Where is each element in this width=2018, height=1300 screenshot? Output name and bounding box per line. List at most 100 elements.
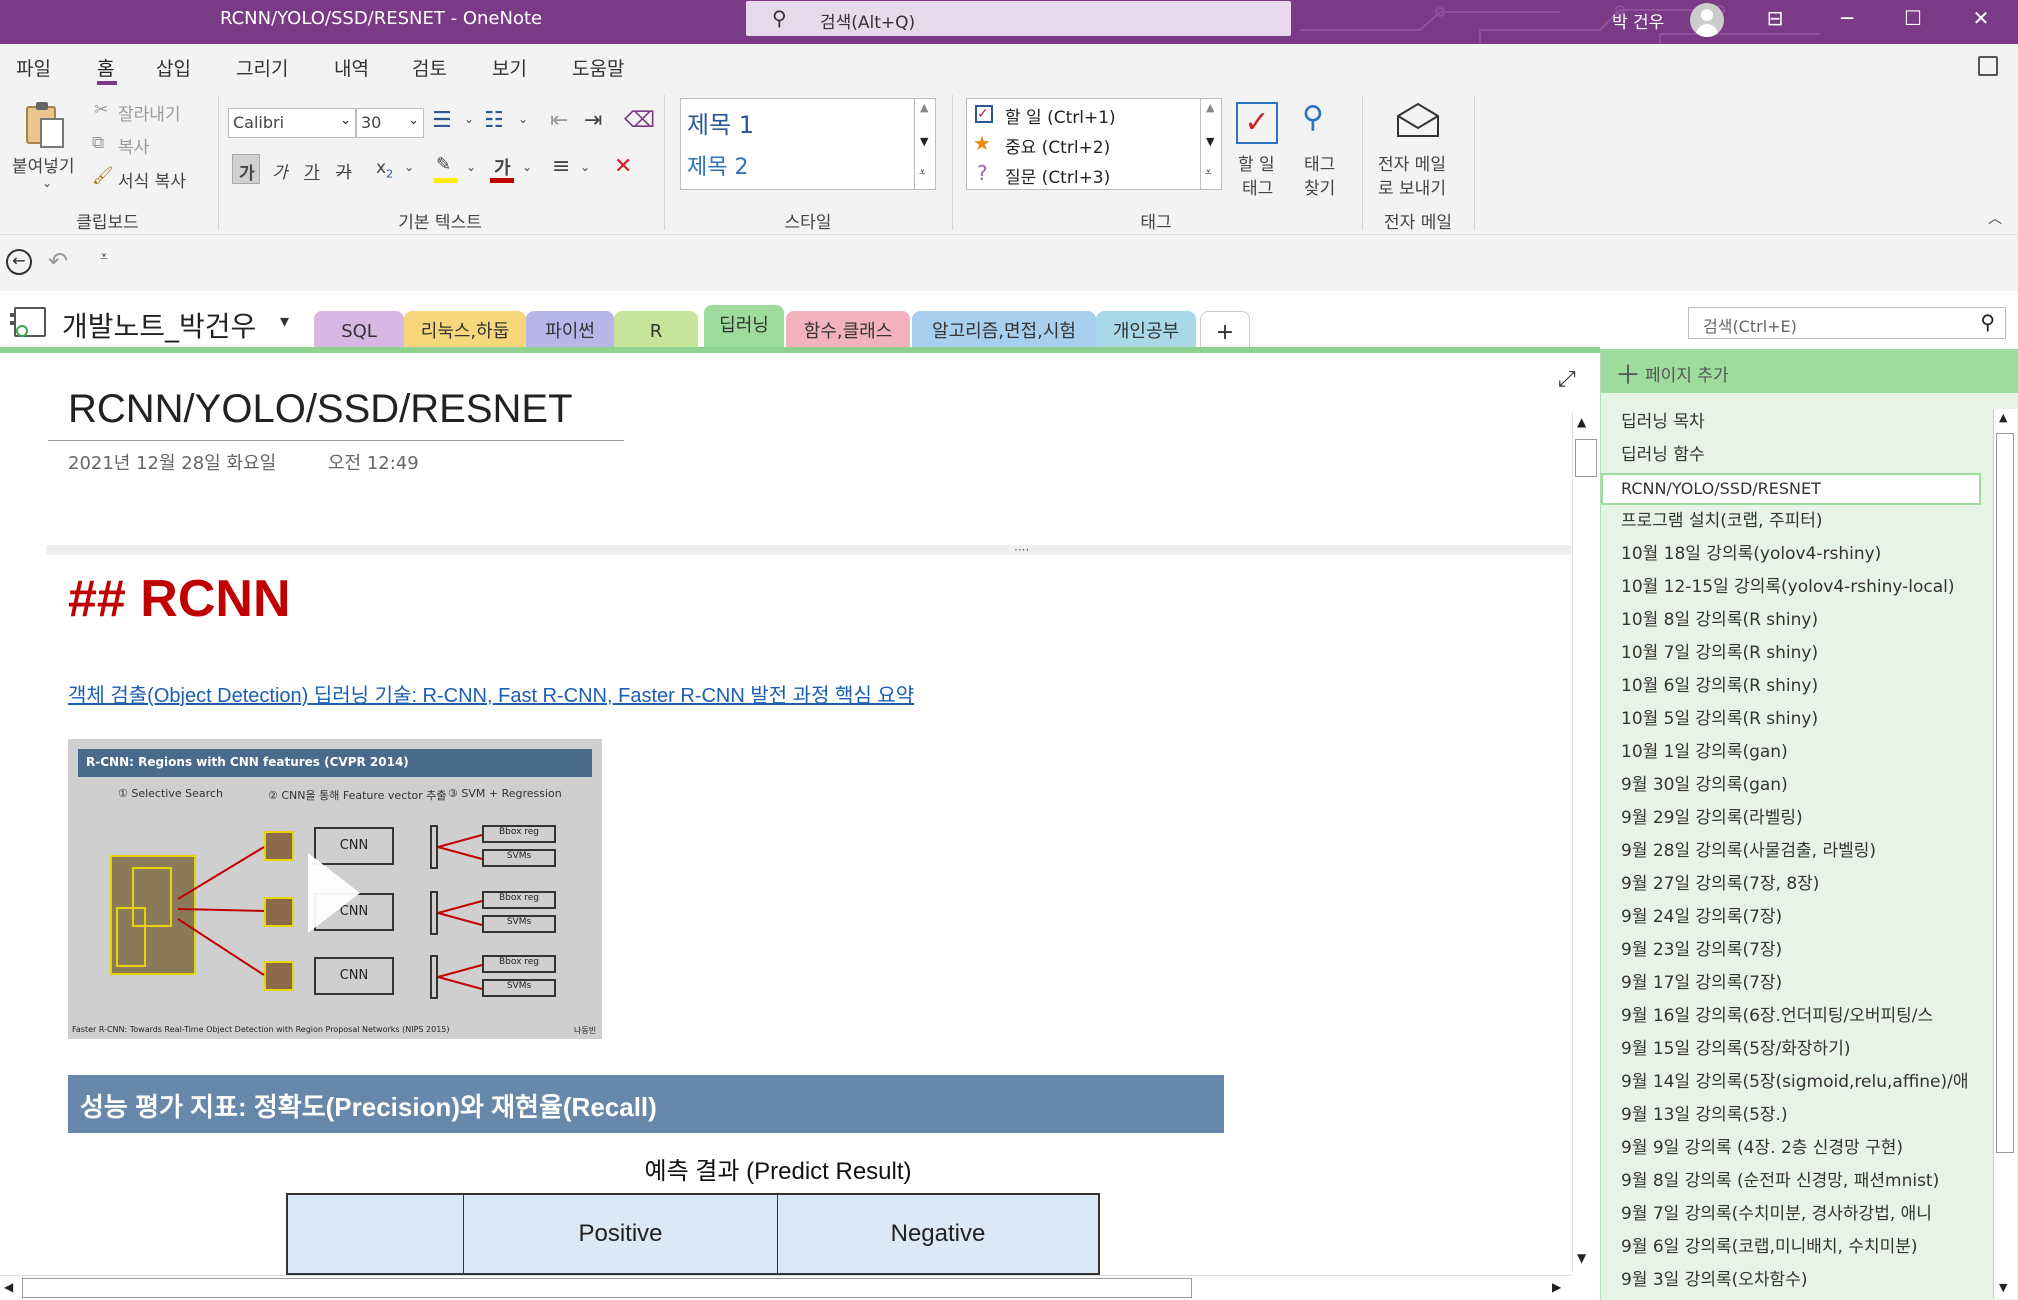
increase-indent-icon[interactable]: ⇥ [584, 108, 602, 133]
drag-handle-icon[interactable]: ···· [1014, 543, 1029, 557]
chevron-up-icon[interactable]: ▲ [920, 101, 928, 114]
styles-scroll[interactable]: ▲ ▼ ⩡ [914, 98, 936, 190]
page-item[interactable]: 9월 24일 강의록(7장) [1621, 902, 1782, 927]
scroll-down-icon[interactable]: ▼ [1999, 1281, 2007, 1294]
font-family-select[interactable]: Calibri ⌄ [228, 108, 356, 138]
page-vertical-scrollbar[interactable]: ▲ ▼ [1572, 413, 1598, 1271]
chevron-down-icon[interactable]: ⌄ [464, 112, 474, 126]
chevron-down-icon[interactable]: ▼ [1206, 135, 1214, 148]
copy-button[interactable]: 복사 [118, 133, 149, 158]
notebook-icon[interactable] [10, 307, 46, 337]
todo-tag-line1[interactable]: 할 일 [1238, 150, 1275, 175]
scroll-thumb[interactable] [1996, 433, 2014, 1153]
page-item[interactable]: 9월 27일 강의록(7장, 8장) [1621, 869, 1819, 894]
style-heading-2[interactable]: 제목 2 [687, 149, 748, 181]
plus-icon[interactable]: ＋ [1615, 355, 1641, 392]
tab-insert[interactable]: 삽입 [156, 54, 191, 81]
page-item[interactable]: 9월 3일 강의록(오차함수) [1621, 1265, 1807, 1290]
more-icon[interactable]: ⩡ [919, 165, 926, 180]
collapse-ribbon-icon[interactable]: ︿ [1988, 208, 2002, 228]
subscript-button[interactable]: x2 [376, 158, 393, 180]
page-item[interactable]: 9월 17일 강의록(7장) [1621, 968, 1782, 993]
page-item[interactable]: 9월 9일 강의록 (4장. 2층 신경망 구현) [1621, 1133, 1903, 1158]
tab-history[interactable]: 내역 [334, 54, 369, 81]
page-item-current[interactable]: RCNN/YOLO/SSD/RESNET [1601, 473, 1981, 505]
expand-icon[interactable]: ⤢ [1558, 367, 1576, 392]
tab-draw[interactable]: 그리기 [236, 54, 288, 81]
page-item[interactable]: 9월 15일 강의록(5장/화장하기) [1621, 1034, 1850, 1059]
page-item[interactable]: 9월 28일 강의록(사물검출, 라벨링) [1621, 836, 1876, 861]
notebook-search-input[interactable]: 검색(Ctrl+E) ⚲ [1688, 307, 2006, 339]
maximize-button[interactable]: ☐ [1882, 0, 1944, 36]
bullets-icon[interactable]: ☰ [432, 108, 452, 133]
page-title[interactable]: RCNN/YOLO/SSD/RESNET [68, 387, 573, 432]
numbering-icon[interactable]: ☷ [484, 108, 504, 133]
close-button[interactable]: ✕ [1950, 0, 2012, 36]
chevron-down-icon[interactable]: ⌄ [518, 112, 528, 126]
find-tags-line2[interactable]: 찾기 [1304, 174, 1335, 199]
section-tab-python[interactable]: 파이썬 [526, 311, 614, 349]
add-section-button[interactable]: + [1200, 311, 1250, 349]
section-tab-algorithm[interactable]: 알고리즘,면접,시험 [912, 311, 1096, 349]
page-item[interactable]: 딥러닝 함수 [1621, 440, 1705, 465]
page-item[interactable]: 10월 18일 강의록(yolov4-rshiny) [1621, 539, 1881, 564]
scroll-right-icon[interactable]: ▶ [1552, 1280, 1561, 1294]
undo-icon[interactable]: ↶ [48, 247, 68, 275]
format-painter-button[interactable]: 서식 복사 [118, 167, 186, 192]
decrease-indent-icon[interactable]: ⇤ [550, 108, 568, 133]
chevron-up-icon[interactable]: ▲ [1206, 101, 1214, 114]
style-heading-1[interactable]: 제목 1 [687, 105, 754, 140]
paste-chevron-icon[interactable]: ⌄ [42, 176, 52, 190]
italic-button[interactable]: 가 [272, 158, 288, 183]
page-item[interactable]: 9월 13일 강의록(5장.) [1621, 1100, 1788, 1125]
bold-button[interactable]: 가 [232, 154, 260, 184]
page-item[interactable]: 프로그램 설치(코랩, 주피터) [1621, 506, 1823, 531]
section-tab-linux-hadoop[interactable]: 리눅스,하둡 [404, 311, 526, 349]
tab-review[interactable]: 검토 [412, 54, 447, 81]
cut-button[interactable]: 잘라내기 [118, 100, 181, 125]
ribbon-display-options-icon[interactable]: ⊟ [1744, 0, 1806, 36]
todo-tag-line2[interactable]: 태그 [1242, 174, 1273, 199]
back-icon[interactable]: ← [6, 249, 32, 275]
scroll-down-icon[interactable]: ▼ [1577, 1251, 1586, 1265]
find-tags-icon[interactable]: ⚲ [1302, 100, 1324, 135]
avatar[interactable] [1690, 3, 1724, 37]
find-tags-line1[interactable]: 태그 [1304, 150, 1335, 175]
page-item[interactable]: 10월 6일 강의록(R shiny) [1621, 671, 1818, 696]
tab-file[interactable]: 파일 [16, 54, 51, 81]
more-icon[interactable]: ⩡ [1205, 165, 1212, 180]
add-page-button[interactable]: 페이지 추가 [1645, 361, 1729, 386]
font-color-icon[interactable]: 가 [490, 154, 516, 184]
delete-icon[interactable]: ✕ [614, 154, 632, 179]
align-icon[interactable]: ≡ [552, 154, 570, 179]
tab-home[interactable]: 홈 [97, 54, 114, 81]
email-line2[interactable]: 로 보내기 [1378, 174, 1446, 199]
styles-gallery[interactable]: 제목 1 제목 2 [680, 98, 936, 190]
page-item[interactable]: 9월 30일 강의록(gan) [1621, 770, 1788, 795]
search-icon[interactable]: ⚲ [1980, 310, 1995, 334]
section-tab-function-class[interactable]: 함수,클래스 [786, 311, 910, 349]
page-item[interactable]: 10월 1일 강의록(gan) [1621, 737, 1788, 762]
page-item[interactable]: 9월 6일 강의록(코랩,미니배치, 수치미분) [1621, 1232, 1918, 1257]
page-item[interactable]: 9월 7일 강의록(수치미분, 경사하강법, 애니 [1621, 1199, 1932, 1224]
minimize-button[interactable]: ─ [1816, 0, 1878, 36]
clear-formatting-icon[interactable]: ⌫ [624, 108, 655, 133]
video-thumbnail[interactable]: R-CNN: Regions with CNN features (CVPR 2… [68, 739, 602, 1039]
page-item[interactable]: 9월 16일 강의록(6장.언더피팅/오버피팅/스 [1621, 1001, 1933, 1026]
section-tab-r[interactable]: R [614, 311, 698, 349]
scroll-thumb[interactable] [1575, 439, 1597, 477]
highlight-icon[interactable]: ✎ [434, 154, 460, 184]
page-item[interactable]: 딥러닝 목차 [1621, 407, 1705, 432]
scroll-up-icon[interactable]: ▲ [1999, 411, 2007, 424]
play-icon[interactable] [308, 853, 360, 933]
page-item[interactable]: 10월 5일 강의록(R shiny) [1621, 704, 1818, 729]
section-tab-sql[interactable]: SQL [314, 311, 404, 349]
scroll-up-icon[interactable]: ▲ [1577, 415, 1586, 429]
chevron-down-icon[interactable]: ▼ [920, 135, 928, 148]
paste-button[interactable]: 붙여넣기 [12, 152, 75, 177]
chevron-down-icon[interactable]: ⌄ [466, 160, 476, 174]
underline-button[interactable]: 가 [304, 158, 320, 183]
strikethrough-button[interactable]: 가 [336, 158, 352, 183]
outline-container-handle[interactable]: ···· [46, 543, 1572, 557]
page-item[interactable]: 10월 8일 강의록(R shiny) [1621, 605, 1818, 630]
